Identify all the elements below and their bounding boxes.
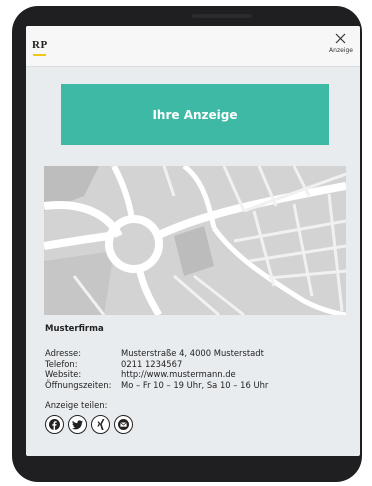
email-icon	[118, 419, 129, 430]
share-xing-button[interactable]	[91, 415, 110, 434]
company-info: Adresse: Musterstraße 4, 4000 Musterstad…	[45, 348, 345, 390]
logo: RP	[32, 39, 48, 51]
info-row-phone: Telefon: 0211 1234567	[45, 359, 345, 370]
info-row-hours: Öffnungszeiten: Mo – Fr 10 – 19 Uhr, Sa …	[45, 380, 345, 391]
share-twitter-button[interactable]	[68, 415, 87, 434]
twitter-icon	[72, 419, 83, 429]
share-email-button[interactable]	[114, 415, 133, 434]
share-label: Anzeige teilen:	[45, 400, 108, 410]
phone-label: Telefon:	[45, 358, 78, 369]
website-link[interactable]: http://www.mustermann.de	[121, 369, 236, 380]
hours-value: Mo – Fr 10 – 19 Uhr, Sa 10 – 16 Uhr	[121, 379, 269, 390]
app-screen: RP Anzeige Ihre Anzeige Musterfirma Adre…	[26, 26, 360, 456]
ad-banner-label: Ihre Anzeige	[152, 107, 238, 122]
info-row-website: Website: http://www.mustermann.de	[45, 369, 345, 380]
facebook-icon	[49, 419, 60, 430]
share-facebook-button[interactable]	[45, 415, 64, 434]
header-bar: RP Anzeige	[26, 26, 360, 67]
address-label: Adresse:	[45, 348, 82, 358]
share-buttons	[45, 415, 345, 434]
website-label: Website:	[45, 369, 82, 379]
logo-underline	[33, 54, 46, 56]
address-value: Musterstraße 4, 4000 Musterstadt	[121, 348, 264, 358]
hours-label: Öffnungszeiten:	[45, 379, 112, 390]
tablet-camera	[192, 14, 252, 18]
company-details: Musterfirma Adresse: Musterstraße 4, 400…	[45, 324, 345, 434]
close-icon	[335, 33, 346, 44]
map-graphic	[44, 166, 346, 315]
ad-banner[interactable]: Ihre Anzeige	[61, 84, 329, 145]
close-ad-button[interactable]: Anzeige	[326, 32, 356, 58]
xing-icon	[96, 419, 104, 430]
phone-value[interactable]: 0211 1234567	[121, 359, 182, 370]
info-row-address: Adresse: Musterstraße 4, 4000 Musterstad…	[45, 348, 345, 359]
company-name: Musterfirma	[45, 324, 104, 334]
close-label: Anzeige	[329, 47, 353, 54]
map[interactable]	[44, 166, 346, 315]
